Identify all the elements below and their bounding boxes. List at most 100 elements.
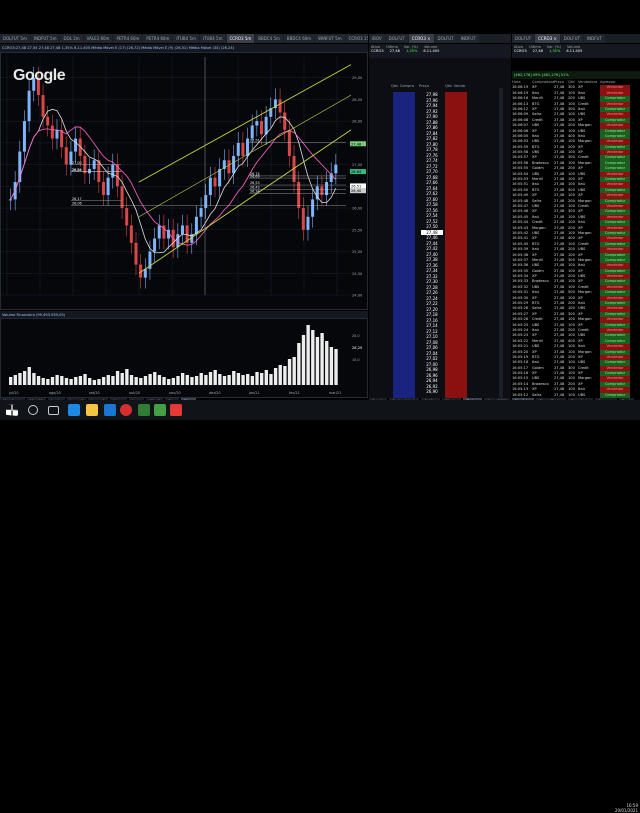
volume-bar [97,379,101,385]
book-tab-3[interactable]: DOLFUT [434,34,457,43]
volume-bar [125,369,129,385]
volume-bar [334,349,338,385]
price-highlight-text: 26,40 [351,189,362,193]
store-icon[interactable] [104,404,116,416]
date-axis-label: jul/20 [8,391,19,395]
book-scrollbar[interactable] [499,88,503,398]
chart-tab-4[interactable]: PETR4 60m [113,34,143,43]
chart-tab-6[interactable]: ITUB4 5m [173,34,199,43]
recorder-icon[interactable] [170,404,182,416]
candle-body [46,116,50,126]
volume-bar [273,368,278,385]
candle-body [88,168,92,174]
candle-body [9,199,12,201]
volume-bar [227,375,231,385]
edge-icon[interactable] [68,404,80,416]
volume-bar [143,376,148,385]
google-watermark: Google [13,67,66,84]
volume-bar [325,341,329,385]
chart-tab-10[interactable]: BBDC4 60m [283,34,315,43]
volume-header: Volume Financeiro (99.493.939,03) [0,311,368,318]
candle-body [41,95,45,117]
search-icon[interactable] [28,405,38,415]
bottom-black-strip [0,420,640,480]
candle-body [241,142,245,156]
book-tab-4[interactable]: INDFUT [457,34,479,43]
price-axis-label: 24,00 [352,294,363,298]
level-label: 26,69 [250,174,260,178]
volume-bar [199,373,203,385]
volume-bar [129,375,134,385]
candle-body [246,138,250,156]
folder-icon[interactable] [86,404,98,416]
candle-body [255,121,259,126]
profit-app-icon[interactable] [154,404,166,416]
candle-body [74,138,78,152]
candle-body [125,208,129,226]
channel-mid-line[interactable] [138,94,352,218]
book-price[interactable]: 26,90 [421,389,443,395]
trades-summary-text: [462,178] 49% [481,276] 51% [514,73,569,77]
candle-body [153,238,157,252]
ticker-value-0: CCRO3 [371,49,384,53]
volume-bar [301,335,306,385]
book-tab-0[interactable]: IBOV [369,34,385,43]
book-tab-2[interactable]: CCRO3 × [408,34,434,43]
volume-bar [50,377,55,385]
chart-tab-7[interactable]: ITUB4 5m [199,34,226,43]
chart-tab-12[interactable]: CCRO3 15m [345,34,368,43]
book-column-headers: Qtd. Compra Preço Qtd. Venda [369,84,511,90]
candle-body [208,177,212,196]
level-label: 26,84 [72,168,82,172]
price-axis-label: 24,50 [352,272,363,276]
chrome-icon[interactable] [120,404,132,416]
price-axis-label: 29,00 [352,76,363,80]
clock[interactable]: 16:59 20/01/2021 [612,803,638,813]
volume-bar [134,377,138,385]
volume-bar [236,373,241,385]
candle-body [180,225,184,235]
price-highlight-text: 27,48 [351,142,362,146]
task-view-icon[interactable] [48,406,59,415]
volume-bar [255,372,259,385]
candle-body [227,160,231,174]
chart-tab-bar: DOLFUT 5m INDFUT 5m DOL 2m VALE3 60m PETR4 6… [0,34,368,43]
volume-bar [32,373,36,385]
chart-tab-0[interactable]: DOLFUT 5m [0,34,30,43]
chart-tab-9[interactable]: BBDC4 5m [255,34,283,43]
chart-tab-11[interactable]: WINFUT 5m [315,34,345,43]
date-axis-label: jan/21 [248,391,260,395]
chart-tab-1[interactable]: INDFUT 5m [30,34,60,43]
trades-tab-3[interactable]: INDFUT [583,34,605,43]
volume-bar [213,370,217,385]
ticker-value-0: CCRO3 [514,49,527,53]
volume-bar [283,366,287,385]
chart-tab-8[interactable]: CCRO3 5m [226,34,255,43]
volume-header-text: Volume Financeiro (99.493.939,03) [2,312,66,317]
volume-chart[interactable]: 28,29 20,0 10,0 jul/20 ago/20 set/20 out/20 nov… [0,318,368,398]
trades-tab-2[interactable]: DOLFUT [560,34,583,43]
volume-bar [139,378,143,385]
price-axis-label: 26,00 [352,207,363,211]
volume-bar [36,376,41,385]
volume-bar [292,357,296,385]
chart-tab-5[interactable]: PETR4 60m [143,34,173,43]
candle-body [50,125,54,139]
trades-tab-0[interactable]: DOLFUT [512,34,535,43]
windows-start-icon[interactable] [6,404,18,416]
volume-bar [167,379,171,385]
times-trades-table[interactable]: Hora Compradora Preço Qtd Vendedora Agressor 1… [512,80,640,398]
price-chart[interactable]: 29,0028,5028,0027,5027,0026,5026,0025,50… [0,52,368,310]
price-axis-label: 25,50 [352,228,363,232]
volume-bar [278,365,282,385]
volume-bar [106,375,110,385]
excel-icon[interactable] [138,404,150,416]
trades-tab-1[interactable]: CCRO3 × [535,34,560,43]
book-tab-1[interactable]: DOLFUT [385,34,408,43]
chart-tab-2[interactable]: DOL 2m [60,34,83,43]
candle-body [297,182,301,209]
candle-body [287,129,291,156]
candle-body [176,234,180,248]
chart-tab-3[interactable]: VALE3 60m [83,34,113,43]
ticker-value-3: 6.11.405 [566,49,583,53]
